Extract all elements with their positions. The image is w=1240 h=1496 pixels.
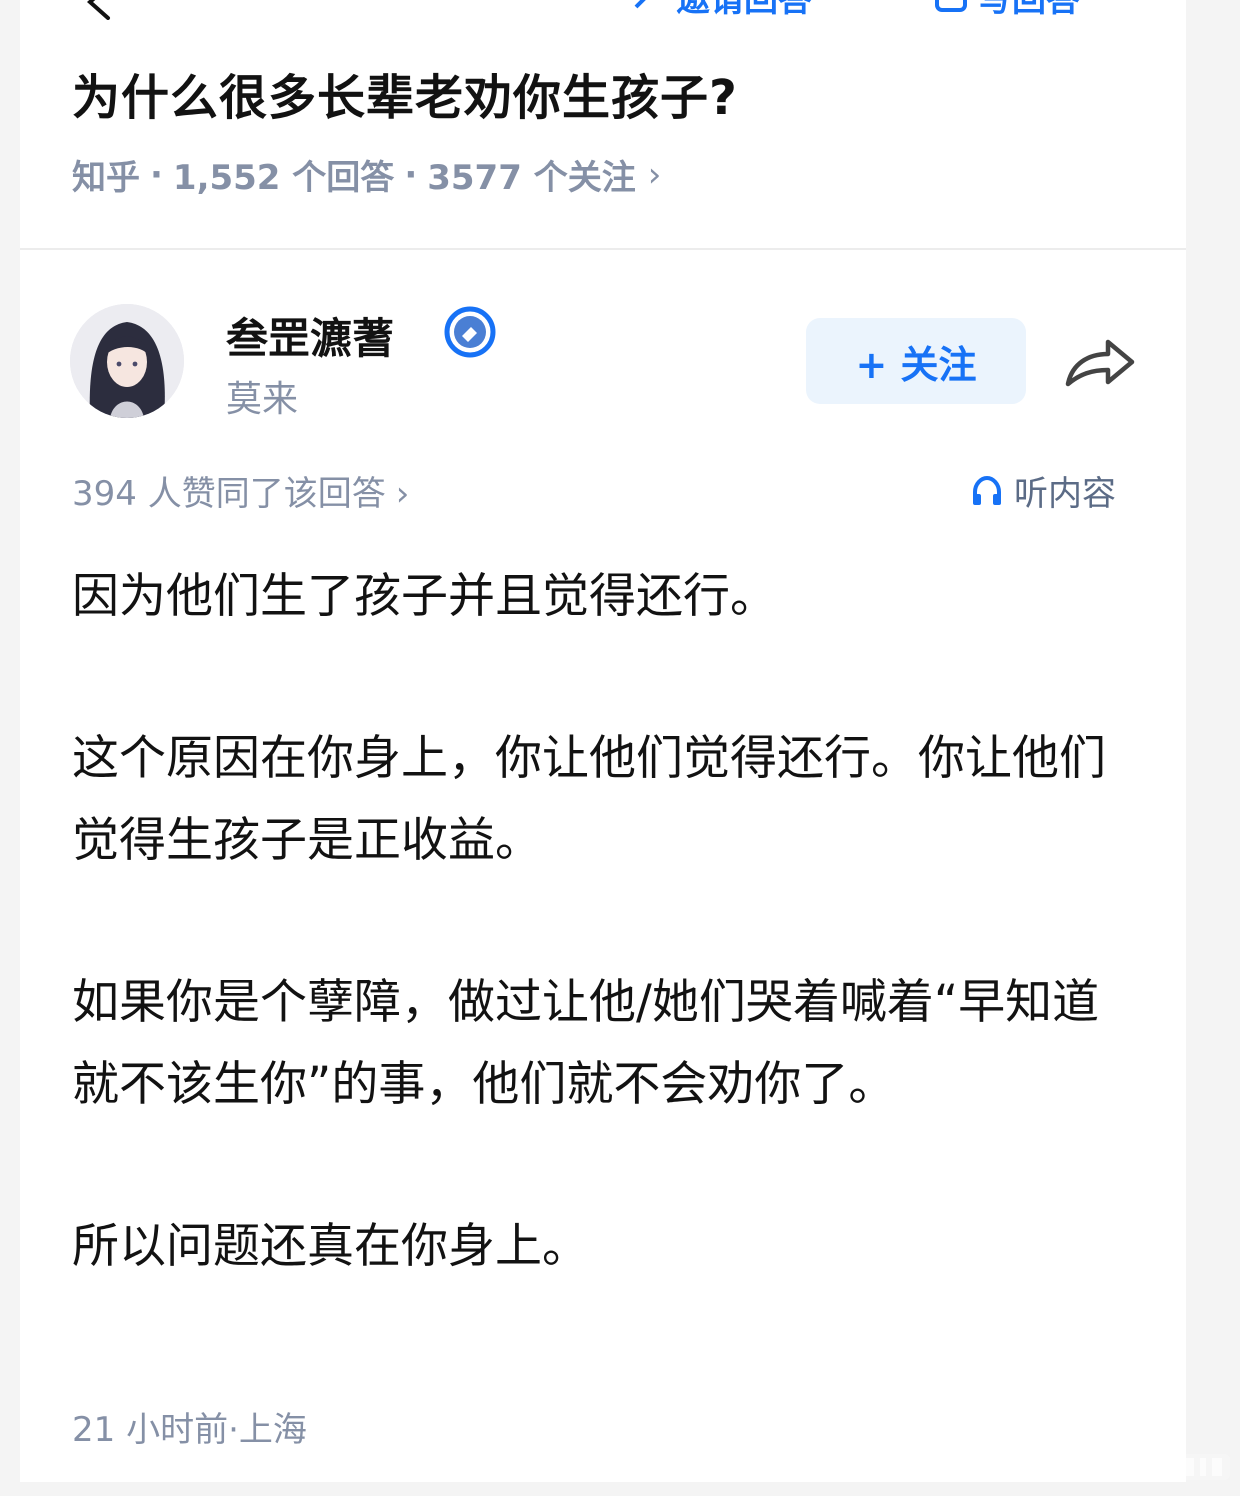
answer-paragraph: 这个原因在你身上，你让他们觉得还行。你让他们觉得生孩子是正收益。 (72, 731, 1106, 868)
invite-answer-label: 邀请回答 (676, 0, 812, 21)
answer-location: 上海 (238, 1410, 307, 1450)
follow-button[interactable]: + 关注 (806, 318, 1026, 404)
listen-button[interactable]: 听内容 (970, 466, 1116, 515)
chevron-right-icon: › (395, 474, 410, 514)
watermark-icon (1022, 1452, 1230, 1482)
author-bio: 莫来 (226, 379, 299, 420)
source-label: 知乎 (72, 158, 140, 198)
answer-card: 邀请回答 写回答 为什么很多长辈老劝你生孩子? 知乎 · 1,552 个回答 ·… (20, 0, 1186, 1482)
listen-label: 听内容 (1014, 474, 1116, 514)
top-toolbar: 邀请回答 写回答 (20, 0, 1186, 24)
answer-paragraph: 如果你是个孽障，做过让他/她们哭着喊着“早知道就不该生你”的事，他们就不会劝你了… (72, 975, 1100, 1112)
invite-icon (634, 0, 646, 9)
divider (20, 248, 1186, 250)
write-answer-button[interactable]: 写回答 (934, 0, 1080, 20)
answer-time: 21 小时前 (72, 1410, 229, 1450)
avatar[interactable] (70, 304, 184, 418)
verified-badge-icon (444, 306, 496, 358)
upvote-label: 394 人赞同了该回答 (72, 474, 386, 514)
question-meta[interactable]: 知乎 · 1,552 个回答 · 3577 个关注 › (72, 150, 661, 199)
answer-body: 因为他们生了孩子并且觉得还行。 这个原因在你身上，你让他们觉得还行。你让他们觉得… (72, 556, 1138, 1288)
upvote-count[interactable]: 394 人赞同了该回答 › (72, 466, 409, 515)
author-name[interactable]: 叁罡瀌蓍 (226, 305, 394, 366)
meta-separator: · (150, 154, 163, 195)
question-title[interactable]: 为什么很多长辈老劝你生孩子? (72, 58, 738, 128)
avatar-illustration-icon (70, 304, 184, 418)
answer-count: 1,552 个回答 (172, 158, 395, 198)
write-answer-label: 写回答 (978, 0, 1080, 21)
write-icon (935, 0, 967, 12)
answer-paragraph: 因为他们生了孩子并且觉得还行。 (72, 569, 777, 624)
chevron-right-icon: › (647, 154, 662, 195)
answer-meta: 21 小时前·上海 (72, 1402, 307, 1451)
meta-separator: · (228, 1410, 239, 1450)
headphones-icon (973, 475, 1001, 505)
follower-count: 3577 个关注 (427, 158, 636, 198)
answer-paragraph: 所以问题还真在你身上。 (72, 1219, 589, 1274)
back-arrow-icon[interactable] (80, 0, 120, 20)
share-icon[interactable] (1062, 334, 1138, 394)
meta-separator: · (404, 154, 418, 195)
invite-answer-button[interactable]: 邀请回答 (632, 0, 812, 20)
